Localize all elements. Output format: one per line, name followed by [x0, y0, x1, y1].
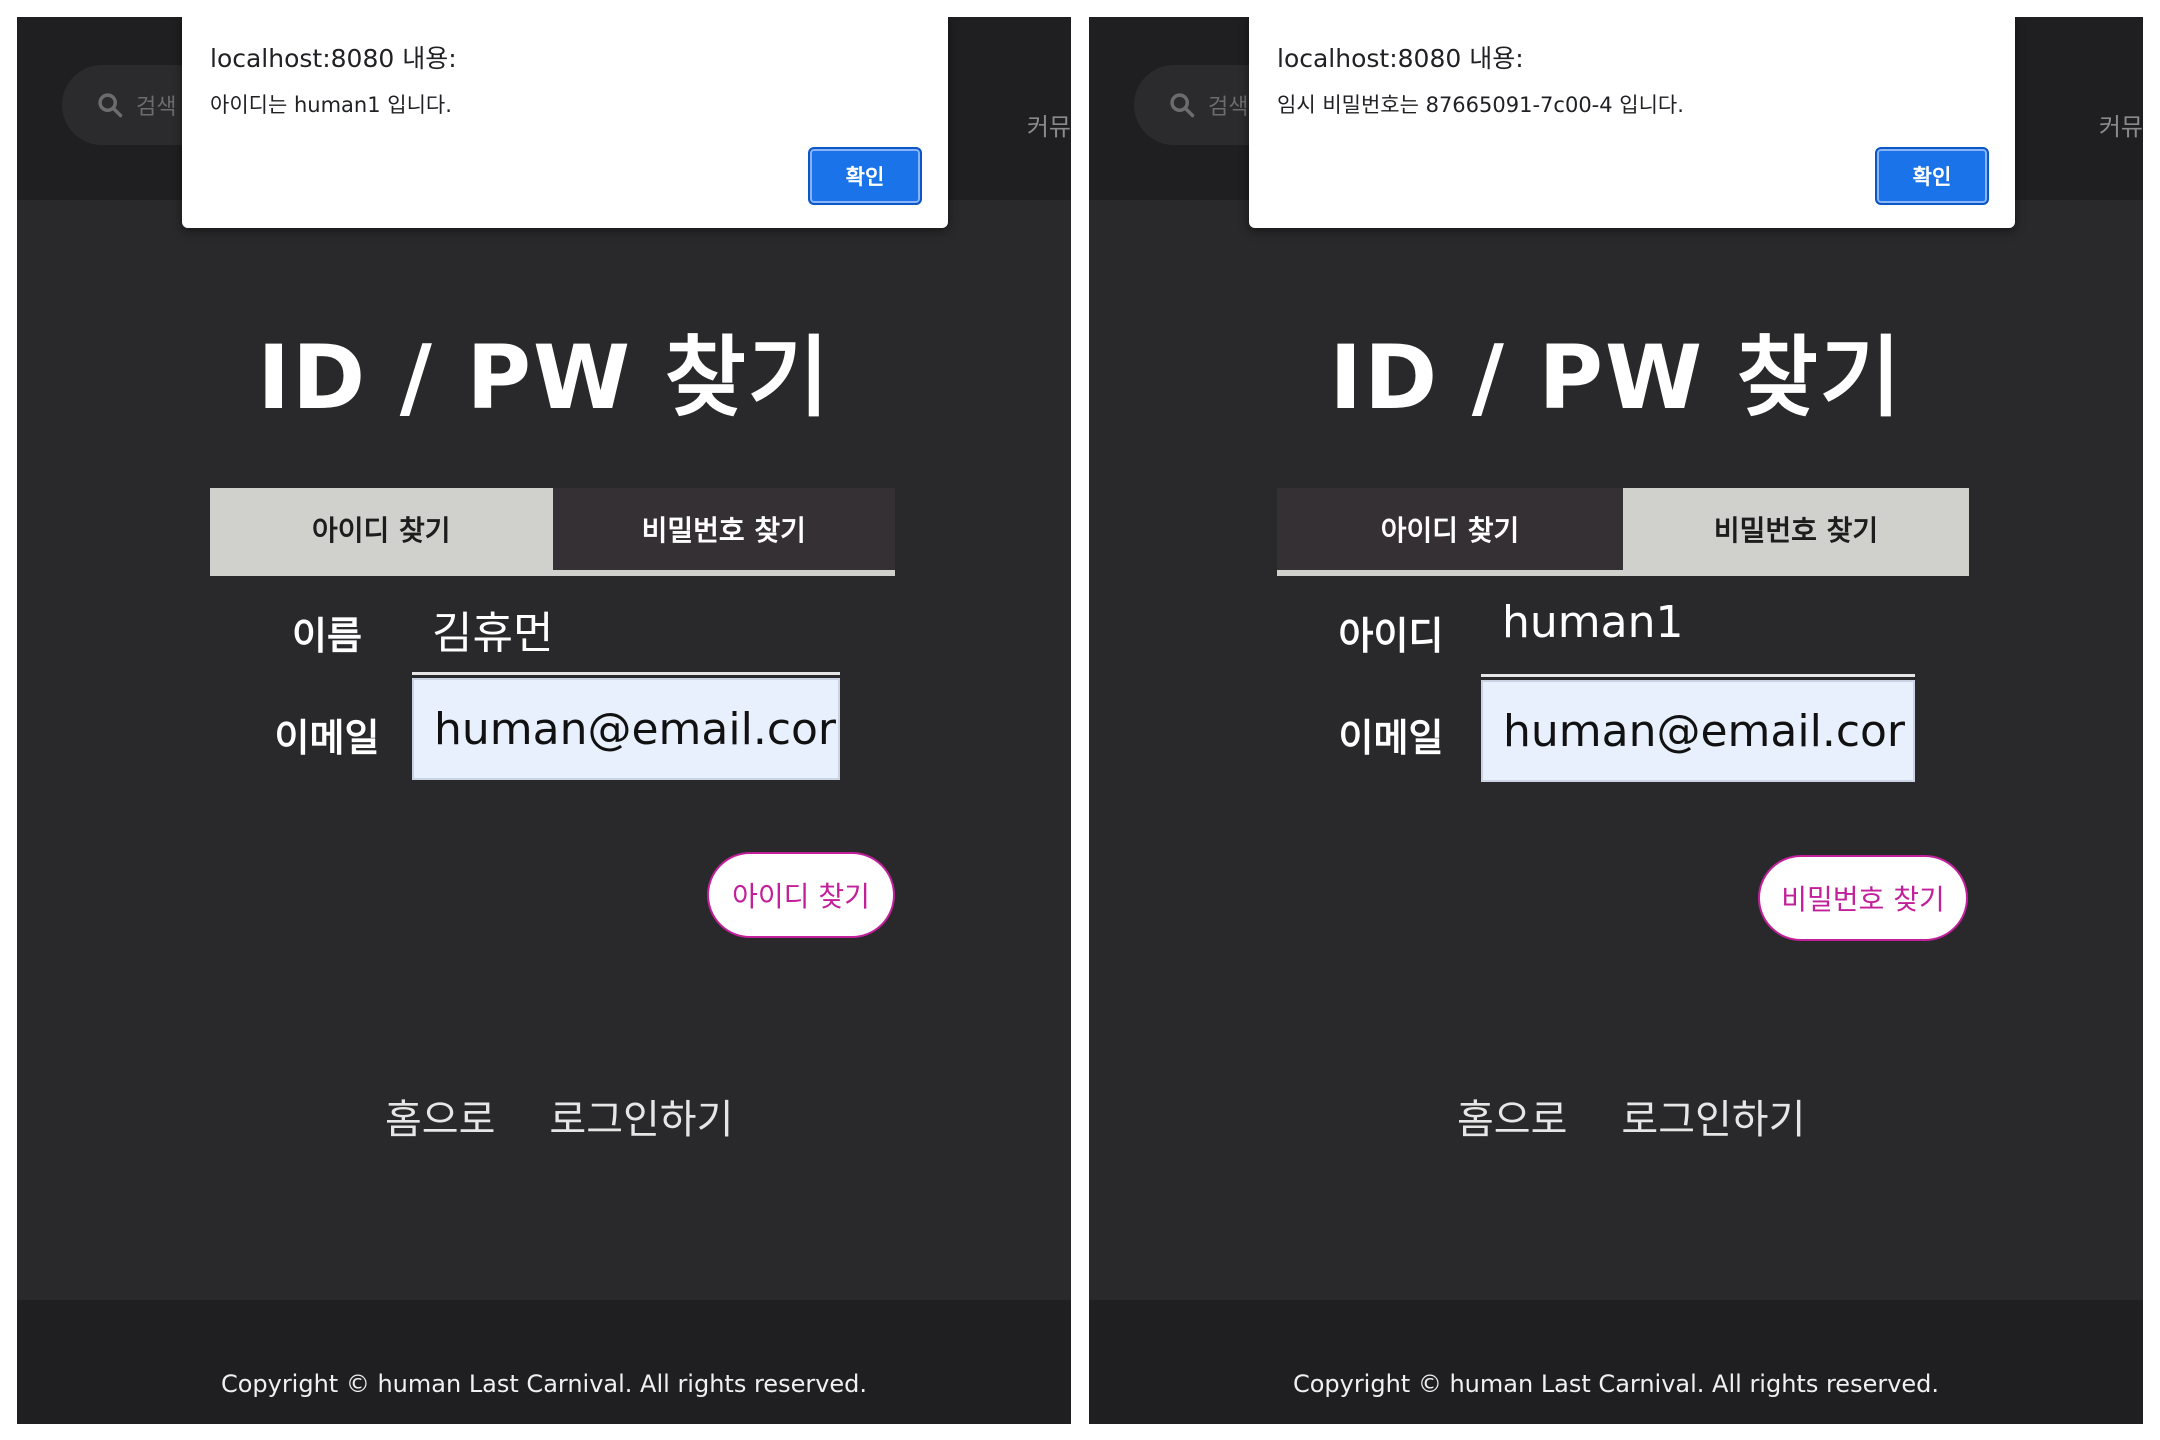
copyright-text: Copyright © human Last Carnival. All rig…	[1292, 1370, 1940, 1398]
footer: Copyright © human Last Carnival. All rig…	[1089, 1300, 2143, 1424]
dialog-title: localhost:8080 내용:	[1277, 44, 1524, 73]
search-placeholder: 검색	[136, 95, 177, 120]
id-label: 아이디	[1338, 614, 1444, 658]
find-tabs: 아이디 찾기 비밀번호 찾기	[210, 488, 895, 576]
home-link[interactable]: 홈으로	[385, 1087, 495, 1145]
search-icon	[1170, 93, 1195, 118]
page-title: ID / PW 찾기	[257, 326, 831, 429]
tab-find-id[interactable]: 아이디 찾기	[1277, 488, 1623, 570]
tab-find-password[interactable]: 비밀번호 찾기	[552, 488, 895, 570]
find-id-button[interactable]: 아이디 찾기	[707, 852, 895, 938]
copyright-text: Copyright © human Last Carnival. All rig…	[220, 1370, 868, 1398]
home-link[interactable]: 홈으로	[1457, 1087, 1567, 1145]
alert-dialog: localhost:8080 내용: 아이디는 human1 입니다. 확인	[182, 17, 948, 228]
bottom-links: 홈으로 로그인하기	[1457, 1087, 1805, 1145]
dialog-ok-button[interactable]: 확인	[808, 147, 922, 205]
name-input-underline	[412, 672, 840, 675]
name-label: 이름	[292, 614, 362, 658]
find-password-button[interactable]: 비밀번호 찾기	[1758, 855, 1968, 941]
id-input[interactable]: human1	[1502, 597, 1683, 648]
login-link[interactable]: 로그인하기	[549, 1087, 733, 1145]
bottom-links: 홈으로 로그인하기	[385, 1087, 733, 1145]
email-input[interactable]: human@email.cor	[412, 678, 840, 780]
email-label: 이메일	[274, 716, 380, 760]
nav-community-link[interactable]: 커뮤	[1027, 107, 1071, 142]
footer: Copyright © human Last Carnival. All rig…	[17, 1300, 1071, 1424]
find-password-screen: 검색 커뮤 ID / PW 찾기 아이디 찾기 비밀번호 찾기 아이디 huma…	[1089, 17, 2143, 1424]
dialog-ok-button[interactable]: 확인	[1875, 147, 1989, 205]
page-title: ID / PW 찾기	[1329, 326, 1903, 429]
nav-community-link[interactable]: 커뮤	[2099, 107, 2143, 142]
dialog-message: 임시 비밀번호는 87665091-7c00-4 입니다.	[1277, 93, 1684, 117]
search-icon	[98, 93, 123, 118]
tab-find-password[interactable]: 비밀번호 찾기	[1623, 488, 1969, 570]
alert-dialog: localhost:8080 내용: 임시 비밀번호는 87665091-7c0…	[1249, 17, 2015, 228]
dialog-title: localhost:8080 내용:	[210, 44, 457, 73]
email-input[interactable]: human@email.cor	[1481, 680, 1915, 782]
email-label: 이메일	[1338, 716, 1444, 760]
find-id-screen: 검색 커뮤 ID / PW 찾기 아이디 찾기 비밀번호 찾기 이름 김휴먼 이…	[17, 17, 1071, 1424]
dialog-message: 아이디는 human1 입니다.	[210, 93, 452, 117]
id-input-underline	[1481, 674, 1915, 677]
find-tabs: 아이디 찾기 비밀번호 찾기	[1277, 488, 1969, 576]
search-placeholder: 검색	[1208, 95, 1249, 120]
login-link[interactable]: 로그인하기	[1621, 1087, 1805, 1145]
name-input[interactable]: 김휴먼	[432, 597, 553, 661]
tab-find-id[interactable]: 아이디 찾기	[210, 488, 553, 570]
